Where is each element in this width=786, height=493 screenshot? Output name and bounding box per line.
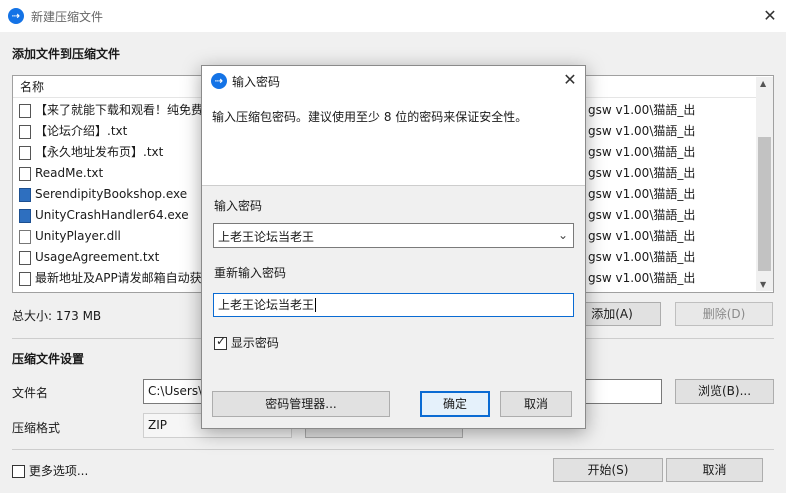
executable-file-icon <box>19 208 31 223</box>
file-name: ReadMe.txt <box>35 166 104 180</box>
dialog-description-area: 输入压缩包密码。建议使用至少 8 位的密码来保证安全性。 <box>202 95 585 185</box>
settings-heading: 压缩文件设置 <box>12 352 85 366</box>
dialog-title: 输入密码 <box>232 75 281 89</box>
confirm-password-value: 上老王论坛当老王 <box>218 298 315 312</box>
more-options-label: 更多选项... <box>28 464 89 478</box>
list-item[interactable]: 【论坛介绍】.txt <box>19 121 127 142</box>
list-item[interactable]: UnityCrashHandler64.exe <box>19 205 189 226</box>
password-label: 输入密码 <box>214 199 263 213</box>
scroll-up-icon[interactable]: ▲ <box>760 79 766 88</box>
file-name: 【论坛介绍】.txt <box>35 124 128 138</box>
list-item[interactable]: 【永久地址发布页】.txt <box>19 142 163 163</box>
text-file-icon <box>19 250 31 265</box>
window-title-bar: ⇢ 新建压缩文件 ✕ <box>0 0 786 32</box>
add-files-heading: 添加文件到压缩文件 <box>12 47 121 61</box>
divider <box>202 185 585 186</box>
file-name: SerendipityBookshop.exe <box>35 187 188 201</box>
list-item[interactable]: UnityPlayer.dll <box>19 226 121 247</box>
browse-button[interactable]: 浏览(B)... <box>675 379 774 404</box>
text-file-icon <box>19 166 31 181</box>
dialog-title-bar: ⇢ 输入密码 ✕ <box>202 66 585 95</box>
confirm-password-input[interactable]: 上老王论坛当老王 <box>213 293 574 317</box>
chevron-down-icon[interactable]: ⌄ <box>558 228 568 242</box>
text-file-icon <box>19 271 31 286</box>
cancel-button[interactable]: 取消 <box>666 458 763 482</box>
window-close-icon[interactable]: ✕ <box>755 4 785 28</box>
text-file-icon <box>19 145 31 160</box>
file-name: UnityCrashHandler64.exe <box>35 208 189 222</box>
password-combo[interactable]: 上老王论坛当老王 ⌄ <box>213 223 574 248</box>
app-logo-icon: ⇢ <box>8 8 24 24</box>
dialog-close-icon[interactable]: ✕ <box>555 68 585 92</box>
text-cursor <box>315 298 317 312</box>
filename-label: 文件名 <box>12 386 49 400</box>
start-button[interactable]: 开始(S) <box>553 458 663 482</box>
password-manager-button[interactable]: 密码管理器... <box>212 391 390 417</box>
file-name: 【永久地址发布页】.txt <box>35 145 164 159</box>
scrollbar-thumb[interactable] <box>758 137 771 271</box>
list-item[interactable]: ReadMe.txt <box>19 163 103 184</box>
list-item[interactable]: SerendipityBookshop.exe <box>19 184 187 205</box>
file-path: gsw v1.00\猫語_出 <box>588 229 696 243</box>
list-item[interactable]: UsageAgreement.txt <box>19 247 159 268</box>
password-value: 上老王论坛当老王 <box>218 230 315 244</box>
dialog-cancel-button[interactable]: 取消 <box>500 391 572 417</box>
more-options-checkbox[interactable]: 更多选项... <box>12 462 88 479</box>
file-path: gsw v1.00\猫語_出 <box>588 166 696 180</box>
text-file-icon <box>19 124 31 139</box>
dialog-description: 输入压缩包密码。建议使用至少 8 位的密码来保证安全性。 <box>212 110 528 124</box>
file-name: UsageAgreement.txt <box>35 250 160 264</box>
more-options-check[interactable] <box>12 465 25 478</box>
file-name: UnityPlayer.dll <box>35 229 121 243</box>
dll-file-icon <box>19 229 31 244</box>
divider <box>12 449 774 450</box>
file-path: gsw v1.00\猫語_出 <box>588 208 696 222</box>
file-name: 最新地址及APP请发邮箱自动获 <box>35 271 202 285</box>
file-path: gsw v1.00\猫語_出 <box>588 145 696 159</box>
file-name: 【来了就能下载和观看！纯免费 <box>35 103 204 117</box>
format-label: 压缩格式 <box>12 421 61 435</box>
list-item[interactable]: 【来了就能下载和观看！纯免费 <box>19 100 203 121</box>
dialog-logo-icon: ⇢ <box>211 73 227 89</box>
executable-file-icon <box>19 187 31 202</box>
show-password-checkbox[interactable]: 显示密码 <box>214 334 279 351</box>
ok-button[interactable]: 确定 <box>420 391 490 417</box>
remove-button[interactable]: 删除(D) <box>675 302 773 326</box>
password-dialog: ⇢ 输入密码 ✕ 输入压缩包密码。建议使用至少 8 位的密码来保证安全性。 输入… <box>201 65 586 429</box>
confirm-password-label: 重新输入密码 <box>214 266 287 280</box>
file-path: gsw v1.00\猫語_出 <box>588 250 696 264</box>
file-path: gsw v1.00\猫語_出 <box>588 271 696 285</box>
window-title: 新建压缩文件 <box>31 10 104 24</box>
text-file-icon <box>19 103 31 118</box>
file-path: gsw v1.00\猫語_出 <box>588 103 696 117</box>
file-path: gsw v1.00\猫語_出 <box>588 124 696 138</box>
scroll-down-icon[interactable]: ▼ <box>760 280 766 289</box>
show-password-check-icon[interactable] <box>214 334 227 350</box>
show-password-label: 显示密码 <box>230 336 279 350</box>
total-size: 总大小: 173 MB <box>12 309 102 323</box>
list-item[interactable]: 最新地址及APP请发邮箱自动获 <box>19 268 202 289</box>
file-path: gsw v1.00\猫語_出 <box>588 187 696 201</box>
